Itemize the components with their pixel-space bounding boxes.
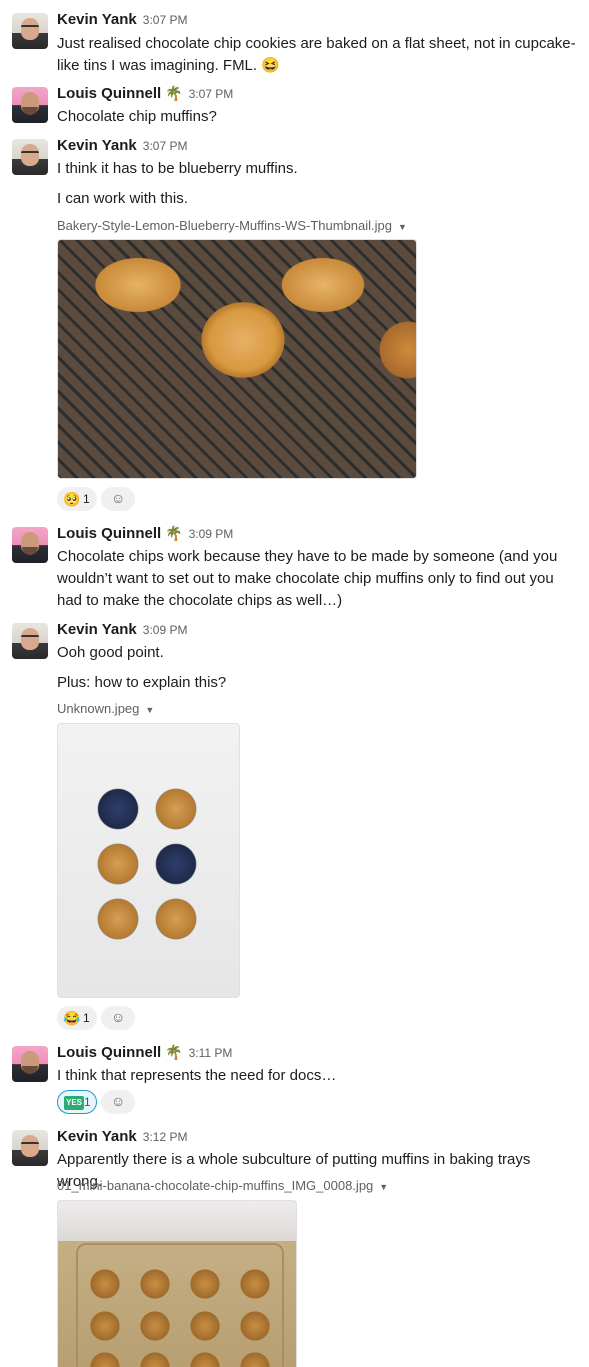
laughing-tears-icon: 😂 [63,1010,81,1026]
message-header: Louis Quinnell 🌴 3:09 PM [57,525,233,543]
message-header: Kevin Yank 3:07 PM [57,137,187,155]
image-attachment[interactable] [57,1200,297,1367]
reaction-count: 1 [83,492,90,506]
image-attachment[interactable] [57,723,240,998]
chevron-down-icon[interactable]: ▼ [379,1182,388,1192]
message-header: Kevin Yank 3:09 PM [57,621,187,639]
timestamp[interactable]: 3:09 PM [189,527,234,541]
author-name[interactable]: Louis Quinnell [57,1044,161,1061]
timestamp[interactable]: 3:07 PM [143,13,188,27]
file-name-label[interactable]: Unknown.jpeg [57,701,139,716]
timestamp[interactable]: 3:12 PM [143,1130,188,1144]
file-name[interactable]: Bakery-Style-Lemon-Blueberry-Muffins-WS-… [57,218,407,233]
message-header: Louis Quinnell 🌴 3:11 PM [57,1044,232,1062]
author-name[interactable]: Louis Quinnell [57,85,161,102]
message-text: Chocolate chips work because they have t… [57,548,558,609]
avatar[interactable] [12,1130,48,1166]
file-name-label[interactable]: 01_mini-banana-chocolate-chip-muffins_IM… [57,1178,373,1193]
chevron-down-icon[interactable]: ▼ [398,222,407,232]
pleading-face-icon: 🥺 [63,491,81,507]
message-text: Ooh good point. [57,644,164,661]
avatar[interactable] [12,527,48,563]
reaction-pill[interactable]: 😂 1 [57,1006,97,1030]
author-name[interactable]: Louis Quinnell [57,525,161,542]
message-text: Plus: how to explain this? [57,674,227,691]
add-reaction-icon: ☺ [111,490,126,506]
reaction-pill[interactable]: YES 1 [57,1090,97,1114]
muffin-tray [76,1243,284,1367]
author-name[interactable]: Kevin Yank [57,621,137,638]
message-header: Louis Quinnell 🌴 3:07 PM [57,85,233,103]
file-name[interactable]: Unknown.jpeg ▼ [57,701,154,716]
message-text: I can work with this. [57,190,188,207]
avatar[interactable] [12,623,48,659]
add-reaction-icon: ☺ [111,1009,126,1025]
avatar[interactable] [12,87,48,123]
add-reaction-button[interactable]: ☺ [101,1006,135,1030]
reaction-count: 1 [84,1095,91,1109]
message-header: Kevin Yank 3:07 PM [57,11,187,29]
timestamp[interactable]: 3:07 PM [189,87,234,101]
message-text: Just realised chocolate chip cookies are… [57,35,576,74]
avatar[interactable] [12,139,48,175]
chevron-down-icon[interactable]: ▼ [145,705,154,715]
yes-icon: YES [64,1096,85,1110]
status-emoji[interactable]: 🌴 [165,525,182,541]
add-reaction-button[interactable]: ☺ [101,487,135,511]
avatar[interactable] [12,1046,48,1082]
timestamp[interactable]: 3:07 PM [143,139,188,153]
reaction-count: 1 [83,1011,90,1025]
file-name[interactable]: 01_mini-banana-chocolate-chip-muffins_IM… [57,1178,388,1193]
towel-decoration [58,1201,296,1241]
author-name[interactable]: Kevin Yank [57,11,137,28]
author-name[interactable]: Kevin Yank [57,137,137,154]
add-reaction-icon: ☺ [111,1093,126,1109]
image-attachment[interactable] [57,239,417,479]
add-reaction-button[interactable]: ☺ [101,1090,135,1114]
avatar[interactable] [12,13,48,49]
status-emoji[interactable]: 🌴 [165,85,182,101]
timestamp[interactable]: 3:09 PM [143,623,188,637]
status-emoji[interactable]: 🌴 [165,1044,182,1060]
author-name[interactable]: Kevin Yank [57,1128,137,1145]
file-name-label[interactable]: Bakery-Style-Lemon-Blueberry-Muffins-WS-… [57,218,392,233]
message-text: Chocolate chip muffins? [57,108,217,125]
message-header: Kevin Yank 3:12 PM [57,1128,187,1146]
message-text: I think that represents the need for doc… [57,1067,337,1084]
message-text: I think it has to be blueberry muffins. [57,160,298,177]
timestamp[interactable]: 3:11 PM [189,1046,233,1060]
reaction-pill[interactable]: 🥺 1 [57,487,97,511]
